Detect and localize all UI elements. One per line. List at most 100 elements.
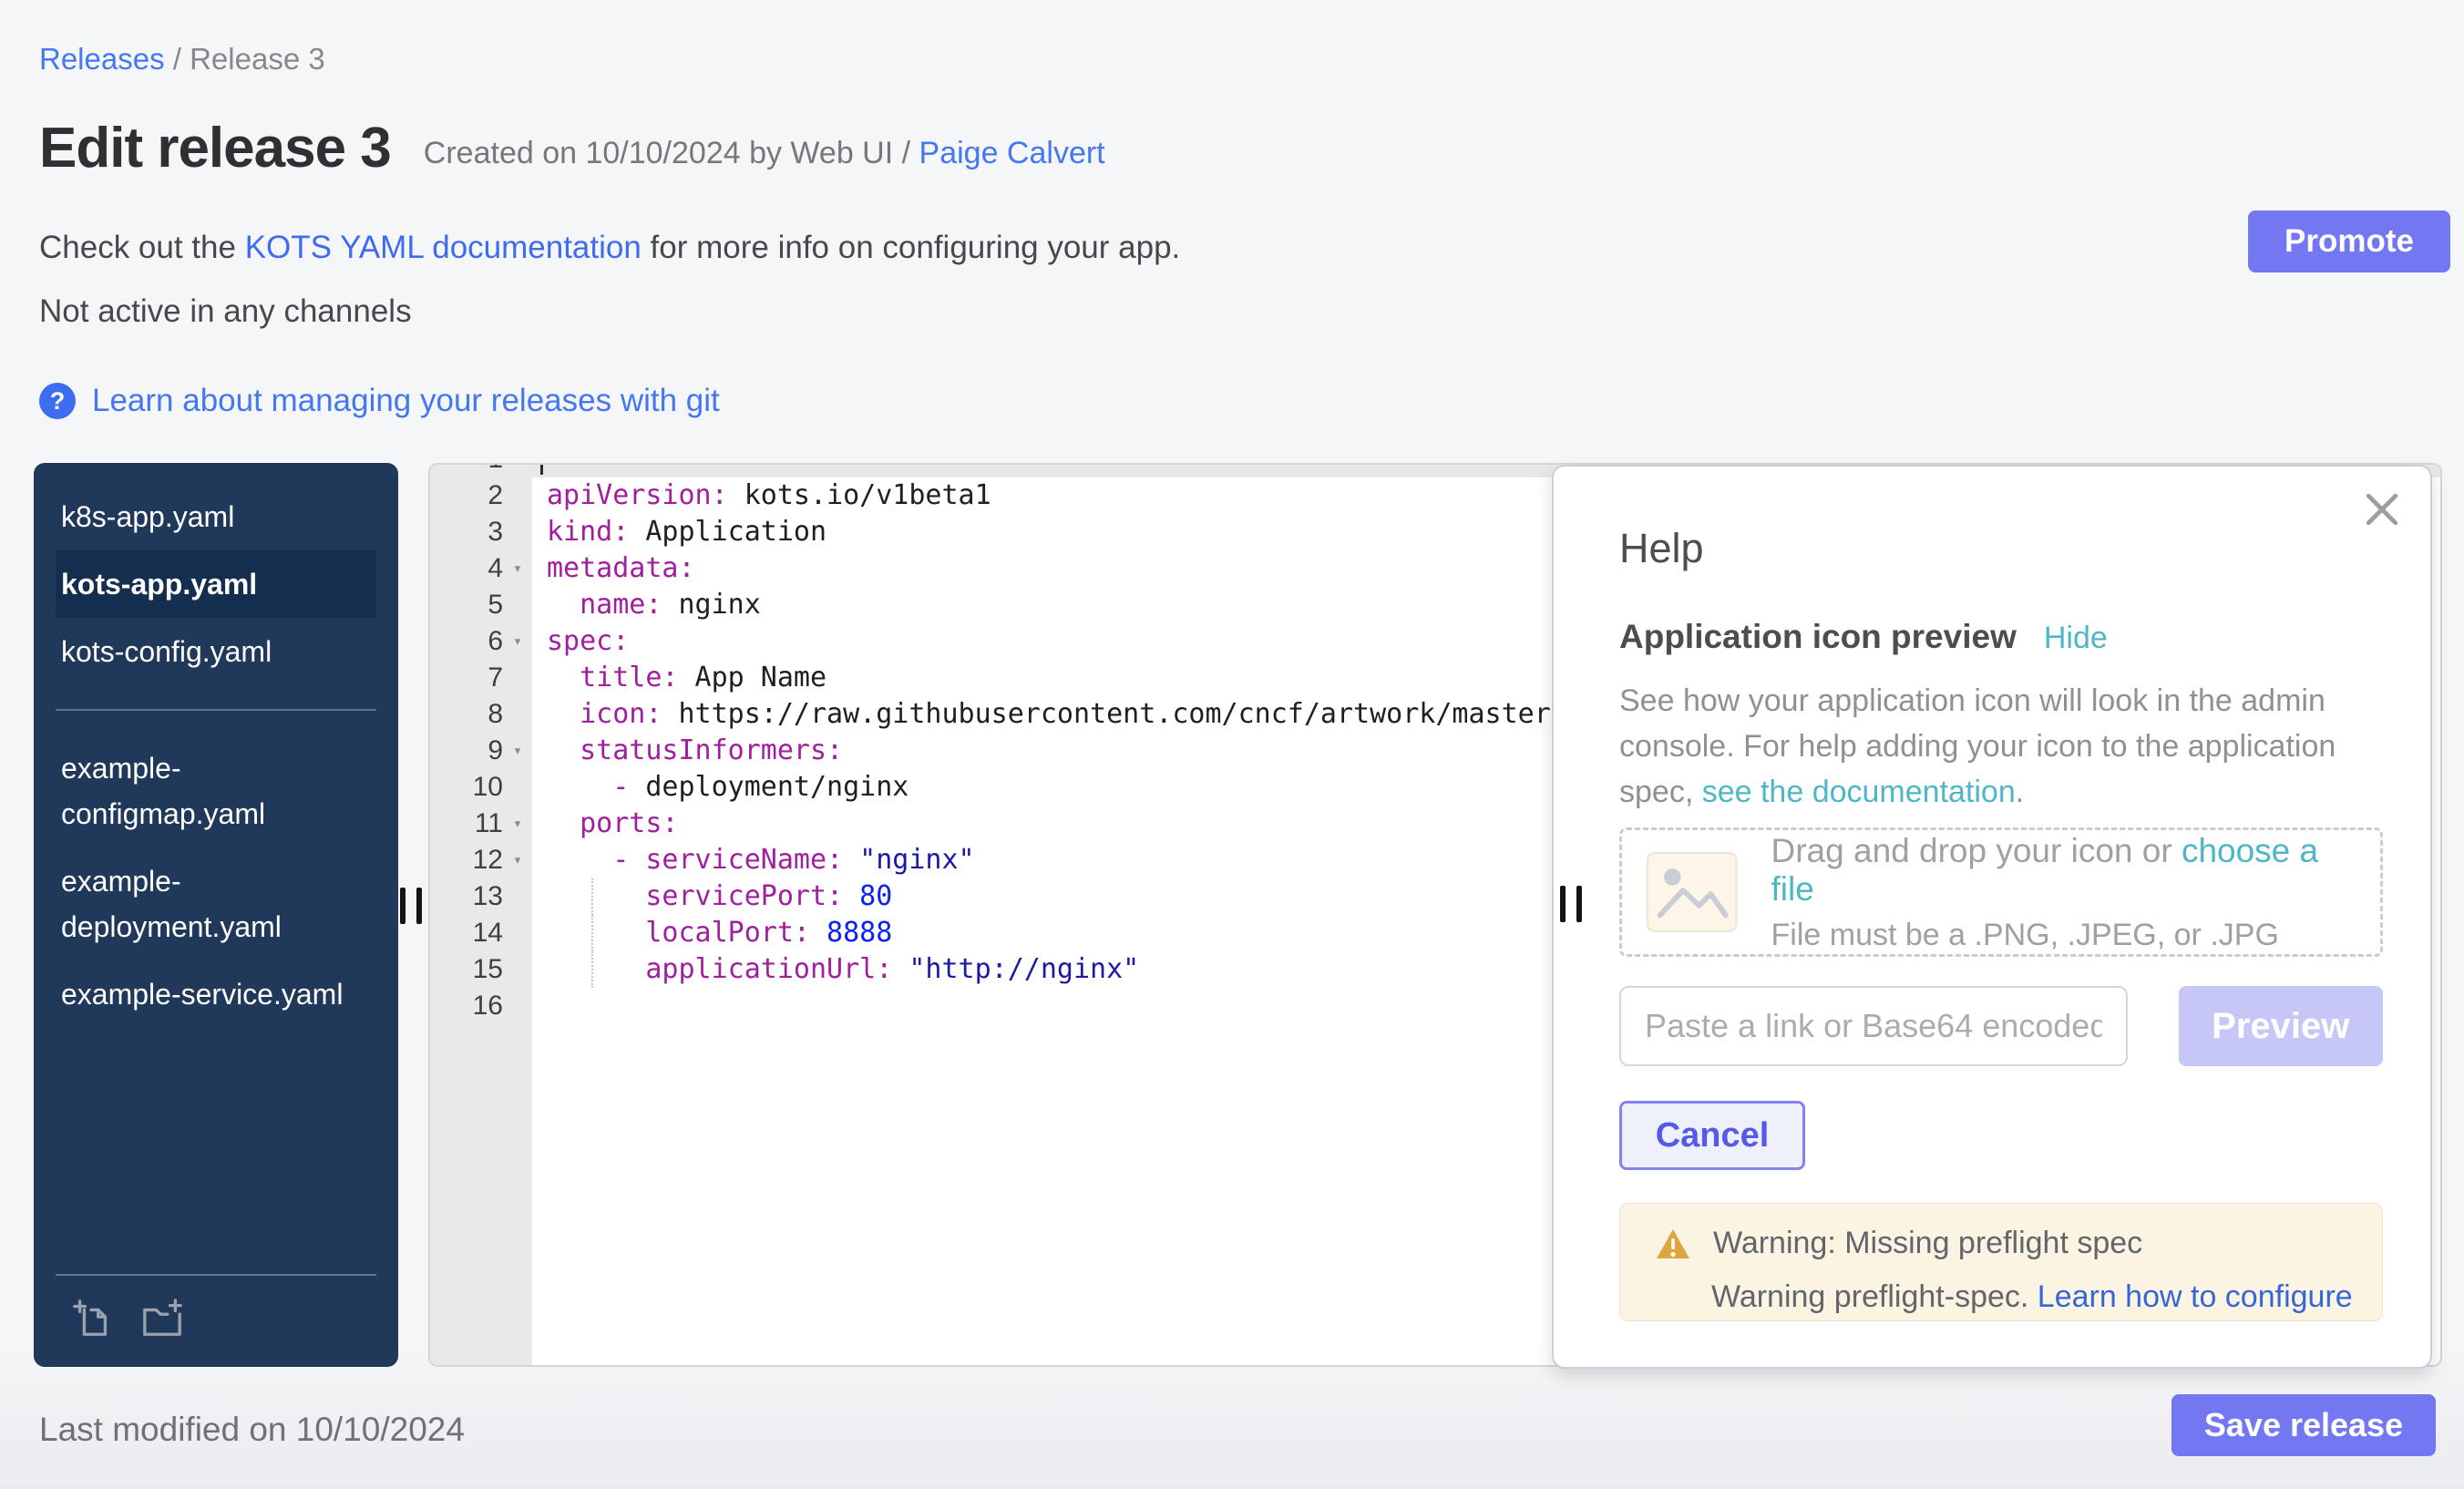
icon-preview-section-header: Application icon preview Hide	[1619, 618, 2383, 656]
icon-url-row: Preview	[1619, 986, 2383, 1066]
gutter-cell: 8	[430, 696, 532, 733]
created-line: Created on 10/10/2024 by Web UI / Paige …	[424, 136, 1105, 171]
line-number: 9	[430, 733, 503, 769]
fold-arrow-empty	[503, 514, 532, 550]
warning-configure-link[interactable]: Learn how to configure	[2038, 1279, 2353, 1314]
line-number: 1	[430, 463, 503, 478]
see-documentation-link[interactable]: see the documentation	[1702, 775, 2016, 809]
line-number: 15	[430, 951, 503, 988]
release-editor-page: Releases / Release 3 Edit release 3 Crea…	[0, 0, 2464, 1489]
file-item-example-deployment.yaml[interactable]: example-deployment.yaml	[56, 847, 376, 960]
line-number: 3	[430, 514, 503, 550]
preflight-warning-box: Warning: Missing preflight spec Warning …	[1619, 1203, 2383, 1321]
gutter-cell: 6▾	[430, 623, 532, 660]
sidebar-resize-handle[interactable]	[400, 888, 422, 924]
intro-post: for more info on configuring your app.	[642, 230, 1180, 265]
file-item-k8s-app.yaml[interactable]: k8s-app.yaml	[56, 483, 376, 550]
breadcrumb-current: Release 3	[190, 42, 325, 76]
dropzone-hint: File must be a .PNG, .JPEG, or .JPG	[1771, 918, 2356, 953]
icon-url-input[interactable]	[1619, 986, 2128, 1066]
fold-arrow-empty	[503, 478, 532, 514]
line-number: 6	[430, 623, 503, 660]
dropzone-prompt: Drag and drop your icon or	[1771, 832, 2182, 869]
indent-guide	[591, 878, 593, 915]
file-list: k8s-app.yamlkots-app.yamlkots-config.yam…	[56, 483, 376, 1028]
last-modified-text: Last modified on 10/10/2024	[39, 1411, 465, 1449]
icon-dropzone[interactable]: Drag and drop your icon or choose a file…	[1619, 827, 2383, 957]
line-number: 2	[430, 478, 503, 514]
fold-arrow-icon[interactable]: ▾	[503, 806, 532, 842]
fold-arrow-empty	[503, 951, 532, 988]
git-help-row[interactable]: ? Learn about managing your releases wit…	[39, 383, 720, 419]
indent-guide	[591, 951, 593, 988]
gutter-cell: 13	[430, 878, 532, 915]
line-number: 11	[430, 806, 503, 842]
breadcrumb-separator: /	[173, 42, 190, 76]
cancel-button[interactable]: Cancel	[1619, 1101, 1805, 1170]
created-text: Created on 10/10/2024 by Web UI /	[424, 136, 919, 170]
breadcrumb: Releases / Release 3	[39, 42, 325, 77]
fold-arrow-icon[interactable]: ▾	[503, 842, 532, 878]
indent-guide	[591, 915, 593, 951]
save-release-button[interactable]: Save release	[2171, 1394, 2436, 1456]
gutter-cell: 12▾	[430, 842, 532, 878]
dropzone-text: Drag and drop your icon or choose a file…	[1771, 832, 2356, 953]
question-icon: ?	[39, 383, 76, 419]
file-item-example-service.yaml[interactable]: example-service.yaml	[56, 960, 376, 1028]
line-number: 8	[430, 696, 503, 733]
gutter-cell: 16	[430, 988, 532, 1024]
help-panel-resize-handle[interactable]	[1560, 886, 1582, 922]
gutter-cell: 3	[430, 514, 532, 550]
close-icon[interactable]	[2365, 492, 2399, 527]
file-tree-sidebar: k8s-app.yamlkots-app.yamlkots-config.yam…	[34, 463, 398, 1367]
line-number: 12	[430, 842, 503, 878]
icon-preview-description: See how your application icon will look …	[1619, 678, 2385, 815]
line-number: 16	[430, 988, 503, 1024]
fold-arrow-icon[interactable]: ▾	[503, 550, 532, 587]
help-panel-title: Help	[1619, 525, 2383, 572]
intro-line: Check out the KOTS YAML documentation fo…	[39, 230, 1180, 266]
intro-pre: Check out the	[39, 230, 245, 265]
hide-link[interactable]: Hide	[2044, 621, 2108, 656]
gutter-cell: 11▾	[430, 806, 532, 842]
breadcrumb-releases-link[interactable]: Releases	[39, 42, 165, 76]
page-title: Edit release 3	[39, 120, 391, 177]
file-item-example-configmap.yaml[interactable]: example-configmap.yaml	[56, 734, 376, 847]
warning-icon	[1655, 1227, 1691, 1260]
fold-arrow-empty	[503, 660, 532, 696]
gutter-cell: 14	[430, 915, 532, 951]
text-cursor	[540, 463, 543, 475]
line-number: 13	[430, 878, 503, 915]
file-list-divider	[56, 709, 376, 711]
gutter-cell: 4▾	[430, 550, 532, 587]
warning-body: Warning preflight-spec.	[1711, 1279, 2038, 1314]
git-releases-link[interactable]: Learn about managing your releases with …	[92, 383, 720, 419]
fold-arrow-empty	[503, 696, 532, 733]
gutter-cell: 5	[430, 587, 532, 623]
fold-arrow-empty	[503, 988, 532, 1024]
created-author-link[interactable]: Paige Calvert	[919, 136, 1105, 170]
gutter-cell: 10	[430, 769, 532, 806]
line-number: 5	[430, 587, 503, 623]
fold-arrow-icon[interactable]: ▾	[503, 623, 532, 660]
image-placeholder-icon	[1646, 850, 1739, 934]
sidebar-bottom-toolbar	[56, 1274, 376, 1367]
add-file-icon[interactable]	[72, 1298, 114, 1340]
line-number: 10	[430, 769, 503, 806]
gutter-cell: 15	[430, 951, 532, 988]
fold-arrow-icon[interactable]: ▾	[503, 733, 532, 769]
line-number: 4	[430, 550, 503, 587]
line-number: 7	[430, 660, 503, 696]
promote-button[interactable]: Promote	[2248, 211, 2450, 272]
kots-docs-link[interactable]: KOTS YAML documentation	[245, 230, 642, 265]
add-folder-icon[interactable]	[141, 1298, 183, 1340]
warning-title: Warning: Missing preflight spec	[1713, 1226, 2142, 1261]
gutter-cell: 2	[430, 478, 532, 514]
file-item-kots-config.yaml[interactable]: kots-config.yaml	[56, 618, 376, 685]
icon-preview-title: Application icon preview	[1619, 618, 2017, 656]
preview-button[interactable]: Preview	[2179, 986, 2383, 1066]
fold-arrow-empty	[503, 463, 532, 478]
gutter-cell: 7	[430, 660, 532, 696]
file-item-kots-app.yaml[interactable]: kots-app.yaml	[56, 550, 376, 618]
fold-arrow-empty	[503, 878, 532, 915]
